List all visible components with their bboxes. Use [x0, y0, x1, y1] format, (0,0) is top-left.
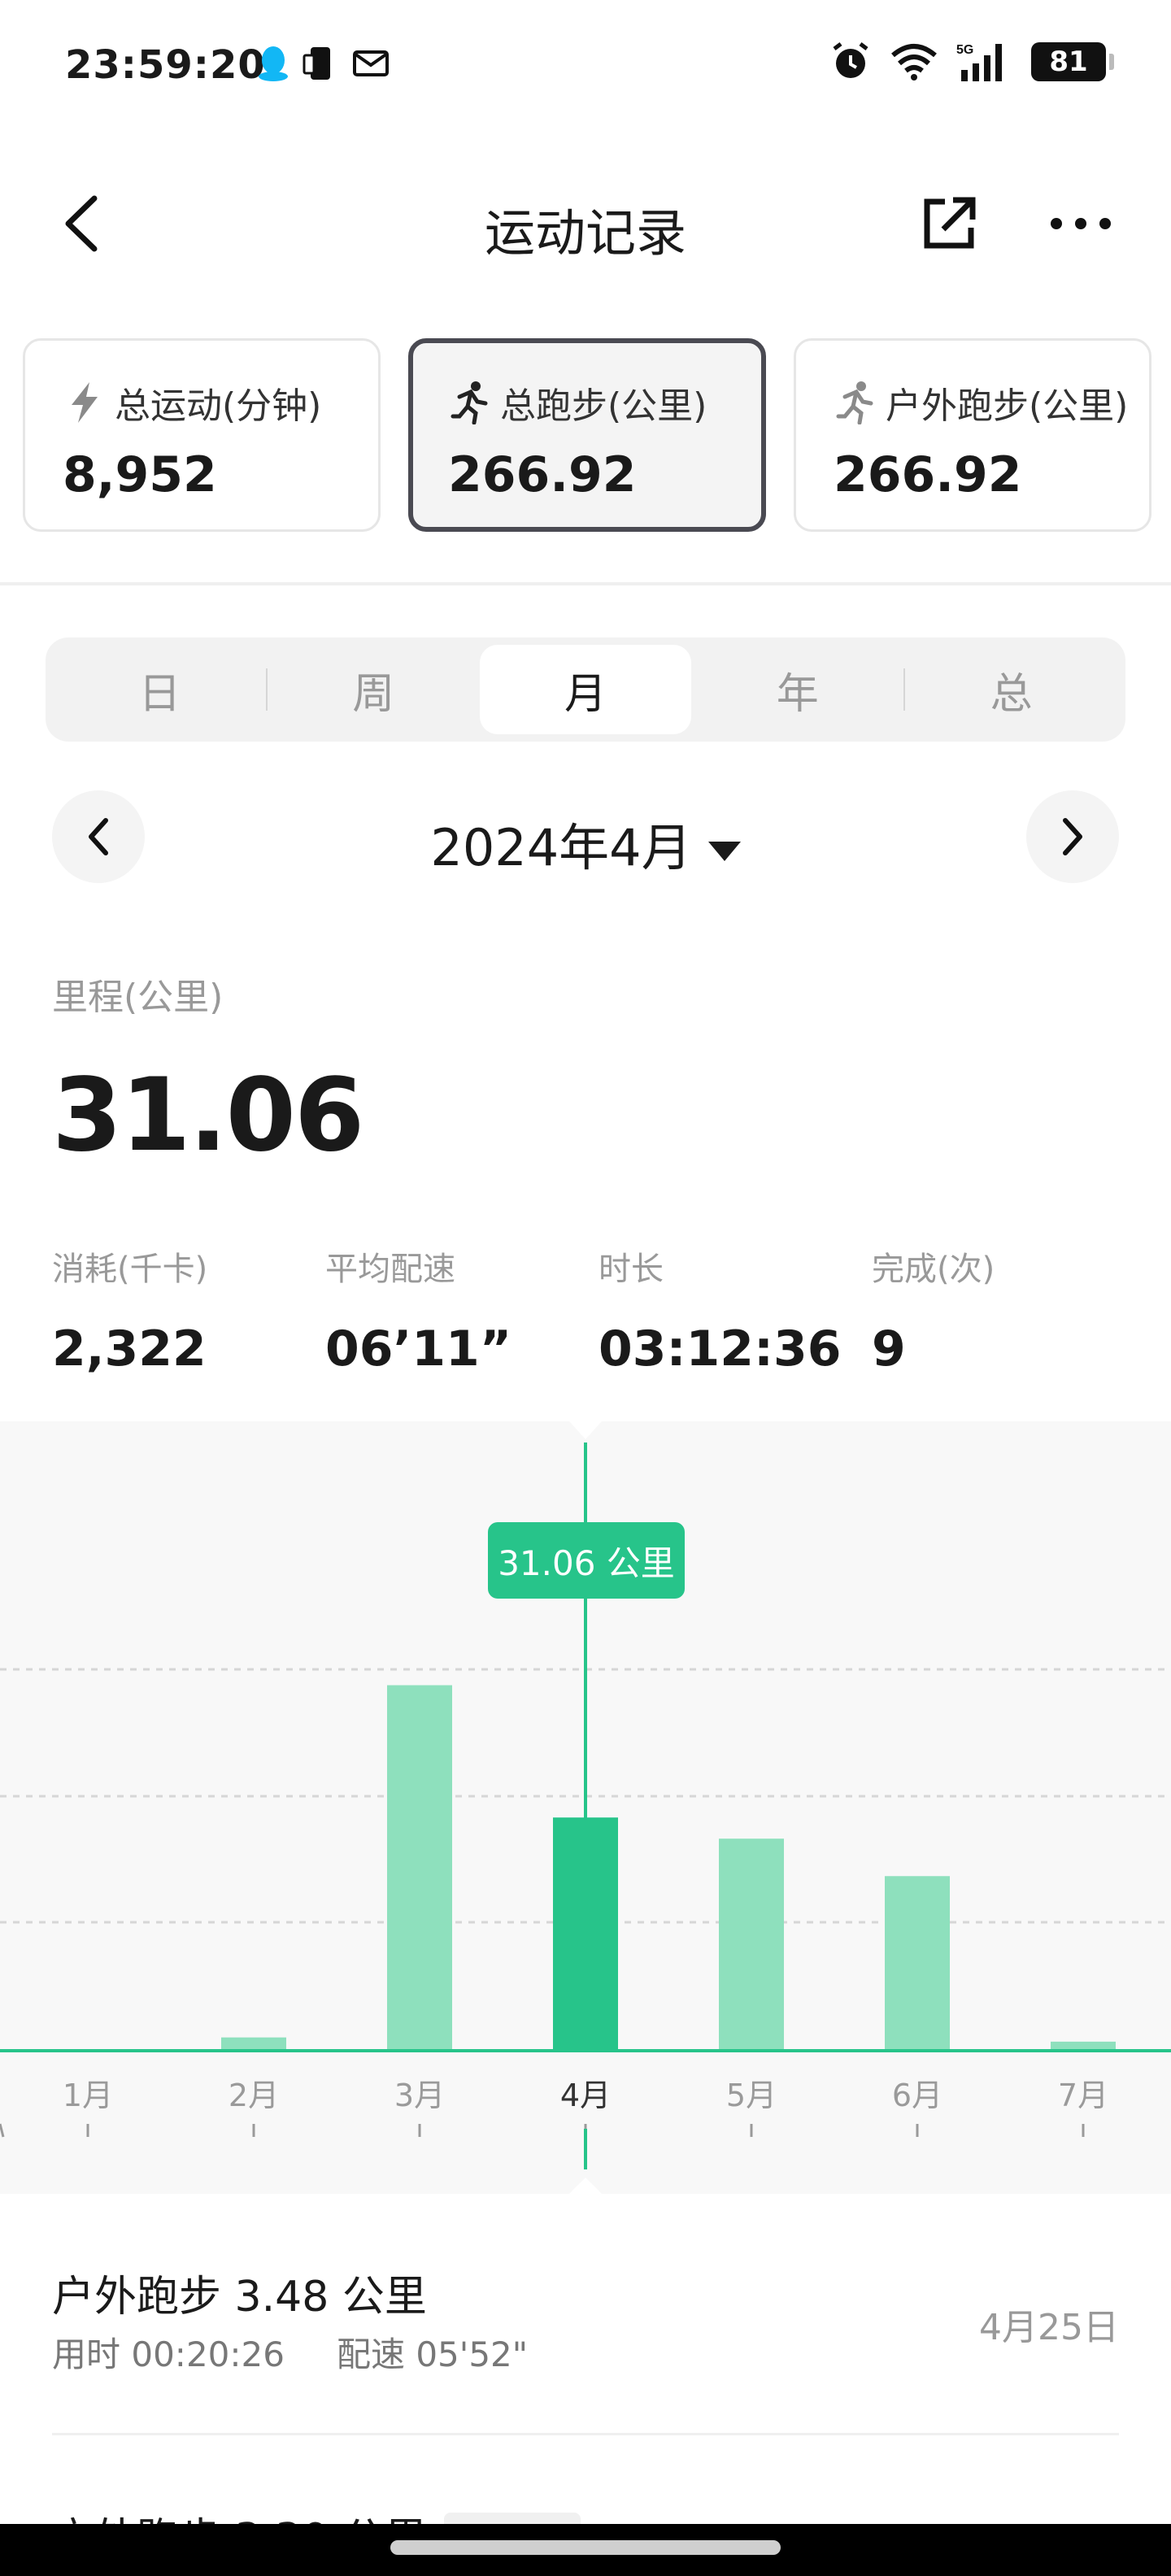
- status-bar: 23:59:20 5G 81: [0, 0, 1171, 130]
- record-details: 用时 00:20:26 配速 05'52": [52, 2327, 528, 2377]
- selection-notch-top: [569, 1421, 602, 1439]
- status-system-icons: 5G 81: [829, 41, 1114, 83]
- page-title: 运动记录: [484, 203, 686, 263]
- card-label: 总运动(分钟): [115, 385, 322, 427]
- record-duration: 用时 00:20:26: [52, 2334, 285, 2374]
- lightning-icon: [63, 381, 107, 424]
- x-tick-label: 1月: [62, 2078, 114, 2113]
- summary-card-outdoor-running[interactable]: 户外跑步(公里) 266.92: [794, 338, 1151, 532]
- card-header: 户外跑步(公里): [834, 376, 1149, 429]
- stat-label: 平均配速: [325, 1251, 455, 1288]
- mail-icon: [353, 50, 389, 76]
- stat-value: 2,322: [52, 1321, 207, 1377]
- share-icon: [924, 197, 976, 249]
- card-label: 户外跑步(公里): [886, 385, 1129, 427]
- x-tick-label: 3月: [394, 2078, 446, 2113]
- record-date: 4月25日: [979, 2307, 1119, 2348]
- chart-tooltip: 31.06 公里: [488, 1522, 685, 1599]
- distance-label: 里程(公里): [52, 977, 224, 1018]
- card-value: 8,952: [63, 446, 217, 503]
- x-tick-label: 2月: [228, 2078, 280, 2113]
- period-segmented-control: 日 周 月 年 总: [46, 637, 1125, 742]
- running-icon: [448, 381, 492, 424]
- x-tick-label: 4月: [559, 2078, 612, 2113]
- tab-month[interactable]: 月: [479, 645, 692, 734]
- running-icon: [834, 381, 877, 424]
- record-pace: 配速 05'52": [336, 2334, 529, 2374]
- card-header: 总跑步(公里): [448, 376, 761, 429]
- x-tick-label: 6月: [891, 2078, 943, 2113]
- list-divider: [52, 2433, 1119, 2435]
- stat-label: 消耗(千卡): [52, 1251, 208, 1288]
- selection-notch-bottom: [569, 2178, 602, 2194]
- monthly-distance-chart[interactable]: 31.06 公里 1月 2月 3月 4月 5月 6月 7月: [0, 1421, 1171, 2194]
- tab-day[interactable]: 日: [54, 645, 266, 734]
- stat-calories: 消耗(千卡) 2,322: [52, 1242, 325, 1377]
- more-button[interactable]: [1044, 187, 1117, 260]
- card-label: 总跑步(公里): [500, 385, 707, 427]
- card-value: 266.92: [834, 446, 1022, 503]
- battery-indicator: 81: [1031, 42, 1114, 81]
- stat-completed: 完成(次) 9: [872, 1242, 1145, 1377]
- home-indicator[interactable]: [390, 2540, 781, 2555]
- tab-total[interactable]: 总: [905, 645, 1117, 734]
- bar-3月[interactable]: [387, 1685, 452, 2051]
- stat-value: 03:12:36: [599, 1321, 842, 1377]
- chevron-right-icon: [1063, 818, 1082, 855]
- caret-down-icon: [707, 841, 741, 861]
- summary-card-total-exercise[interactable]: 总运动(分钟) 8,952: [23, 338, 381, 532]
- x-tick: [0, 2123, 5, 2138]
- navigation-bar: 运动记录: [0, 163, 1171, 285]
- stat-duration: 时长 03:12:36: [599, 1242, 872, 1377]
- bar-5月[interactable]: [719, 1838, 784, 2051]
- date-dropdown[interactable]: 2024年4月: [0, 807, 1171, 880]
- stat-value: 9: [872, 1321, 906, 1377]
- record-title[interactable]: 户外跑步 3.48 公里: [52, 2262, 427, 2323]
- section-divider: [0, 582, 1171, 585]
- stat-pace: 平均配速 06’11”: [325, 1242, 599, 1377]
- alarm-icon: [833, 42, 868, 78]
- card-header: 总运动(分钟): [63, 376, 378, 429]
- wifi-icon: [891, 44, 937, 80]
- card-value: 266.92: [448, 446, 637, 503]
- date-label: 2024年4月: [430, 818, 692, 877]
- bar-2月[interactable]: [221, 2037, 286, 2051]
- distance-value: 31.06: [52, 1057, 364, 1174]
- stat-label: 完成(次): [872, 1251, 995, 1288]
- more-icon: [1051, 218, 1111, 229]
- x-tick-label: 7月: [1057, 2078, 1109, 2113]
- phone-link-icon: [303, 47, 330, 80]
- summary-card-total-running[interactable]: 总跑步(公里) 266.92: [408, 338, 766, 532]
- signal-5g-icon: 5G: [956, 43, 1002, 81]
- stats-row: 消耗(千卡) 2,322 平均配速 06’11” 时长 03:12:36 完成(…: [52, 1242, 1145, 1377]
- status-time: 23:59:20: [65, 42, 266, 88]
- next-month-button[interactable]: [1026, 790, 1119, 883]
- status-notification-icons: [257, 44, 390, 83]
- tab-week[interactable]: 周: [268, 645, 480, 734]
- qq-icon: [259, 46, 288, 81]
- x-tick-label: 5月: [725, 2078, 777, 2113]
- date-selector: 2024年4月: [0, 790, 1171, 886]
- svg-text:5G: 5G: [956, 43, 973, 57]
- bar-6月[interactable]: [885, 1876, 950, 2051]
- stat-value: 06’11”: [325, 1321, 512, 1377]
- stat-label: 时长: [599, 1251, 664, 1288]
- tab-year[interactable]: 年: [691, 645, 903, 734]
- share-button[interactable]: [912, 187, 986, 260]
- summary-cards: 总运动(分钟) 8,952 总跑步(公里) 266.92 户外跑步(公里) 26…: [23, 338, 1151, 532]
